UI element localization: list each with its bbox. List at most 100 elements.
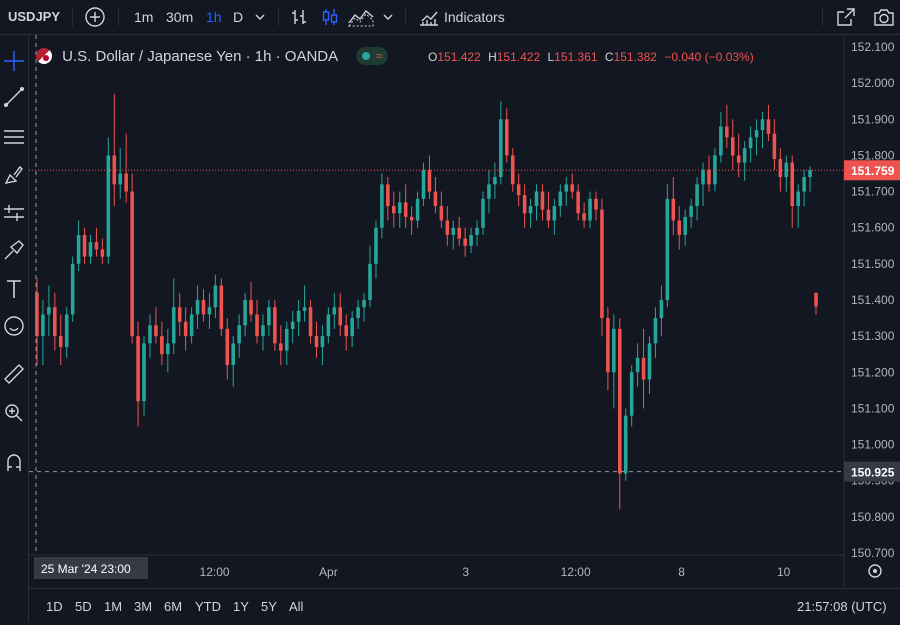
candle-body (528, 206, 533, 214)
chevron-down-icon (255, 14, 265, 20)
candle-body (177, 307, 182, 322)
magnet-icon[interactable] (2, 451, 26, 475)
candle-body (88, 242, 93, 257)
share-button[interactable] (835, 0, 857, 34)
range-all[interactable]: All (289, 589, 303, 623)
candle-body (629, 372, 634, 416)
candle-body (403, 202, 408, 217)
candle-body (719, 126, 723, 156)
interval-d[interactable]: D (233, 0, 243, 34)
pattern-icon[interactable] (2, 201, 26, 225)
candle-body (130, 191, 134, 337)
candle-body (588, 198, 592, 221)
candle-body (522, 195, 527, 214)
range-ytd[interactable]: YTD (195, 589, 221, 623)
candle-body (302, 307, 307, 311)
candle-body (195, 300, 200, 315)
price-chart[interactable]: 152.100152.000151.900151.800151.700151.6… (29, 35, 900, 587)
candle-body (802, 177, 806, 192)
candle-body (766, 119, 771, 134)
trend-line-icon[interactable] (2, 85, 26, 109)
price-tick-label: 151.500 (851, 257, 895, 271)
candle-body (183, 321, 188, 337)
candle-body (344, 325, 348, 337)
time-tick-label: Apr (319, 565, 338, 579)
indicators-icon-wrap[interactable] (418, 0, 440, 34)
candle-body (730, 137, 735, 156)
candle-body (725, 126, 729, 138)
area-style-button[interactable] (348, 0, 374, 34)
price-axis[interactable]: 152.100152.000151.900151.800151.700151.6… (851, 40, 895, 560)
candle-body (273, 307, 277, 344)
text-icon[interactable] (2, 277, 26, 301)
candle-body (320, 336, 325, 347)
candle (130, 173, 134, 344)
ruler-icon[interactable] (2, 362, 26, 386)
candle-body (445, 220, 450, 235)
top-toolbar: USDJPY 1m 30m 1h D Indicators (0, 0, 900, 35)
price-tick-label: 151.300 (851, 329, 895, 343)
candle-body (308, 307, 313, 337)
range-5d[interactable]: 5D (75, 589, 92, 623)
prediction-icon[interactable] (2, 238, 26, 262)
candle-body (136, 336, 140, 402)
candle-body (53, 307, 57, 337)
emoji-icon[interactable] (2, 314, 26, 338)
price-tick-label: 151.700 (851, 185, 895, 199)
interval-dropdown[interactable] (254, 0, 268, 34)
candle-body (154, 325, 158, 337)
candle-body (671, 198, 676, 221)
price-tick-label: 151.200 (851, 365, 895, 379)
indicators-button[interactable]: Indicators (444, 0, 505, 34)
symbol-search[interactable]: USDJPY (8, 0, 60, 34)
brush-icon[interactable] (2, 163, 26, 187)
candle-body (380, 184, 384, 228)
range-6m[interactable]: 6M (164, 589, 182, 623)
market-status-badge[interactable]: ≈ (355, 47, 389, 65)
interval-1h[interactable]: 1h (206, 0, 222, 34)
candle (219, 278, 224, 337)
crosshair-icon[interactable] (2, 49, 26, 73)
candle-body (493, 177, 497, 185)
candle-body (243, 300, 247, 326)
candle-body (142, 343, 146, 402)
price-tick-label: 152.000 (851, 76, 895, 90)
candle-body (58, 336, 63, 347)
ohlc-values: O151.422 H151.422 L151.361 C151.382 −0.0… (428, 46, 754, 68)
chart-type-dropdown[interactable] (382, 0, 396, 34)
range-1d[interactable]: 1D (46, 589, 63, 623)
candle-body (594, 198, 598, 210)
candle-body (213, 285, 218, 308)
candle-body (796, 191, 800, 207)
candles-style-button[interactable] (320, 0, 340, 34)
range-3m[interactable]: 3M (134, 589, 152, 623)
candle-body (421, 169, 426, 199)
candle-body (386, 184, 390, 207)
compare-button[interactable] (84, 0, 108, 34)
low-value: 151.361 (554, 50, 598, 64)
candle-body (499, 119, 503, 178)
candle-body (653, 318, 658, 344)
range-1m[interactable]: 1M (104, 589, 122, 623)
chart-background (29, 35, 900, 587)
candle-body (606, 318, 610, 373)
candle (665, 184, 670, 308)
time-tick-label: 8 (678, 565, 685, 579)
price-tick-label: 151.000 (851, 438, 895, 452)
zoom-in-icon[interactable] (2, 401, 26, 425)
candle-body (279, 343, 283, 351)
fib-retracement-icon[interactable] (2, 125, 26, 149)
range-1y[interactable]: 1Y (233, 589, 249, 623)
interval-30m[interactable]: 30m (166, 0, 193, 34)
interval-1m[interactable]: 1m (134, 0, 153, 34)
indicators-icon (420, 11, 438, 26)
divider (118, 8, 119, 26)
candle-body (166, 343, 170, 355)
legend-title[interactable]: U.S. Dollar / Japanese Yen · 1h · OANDA (62, 48, 337, 65)
candle-body (540, 191, 545, 210)
range-5y[interactable]: 5Y (261, 589, 277, 623)
utc-clock[interactable]: 21:57:08 (UTC) (797, 589, 887, 623)
bars-style-button[interactable] (290, 0, 310, 34)
screenshot-button[interactable] (872, 0, 896, 34)
candle-body (350, 318, 354, 337)
